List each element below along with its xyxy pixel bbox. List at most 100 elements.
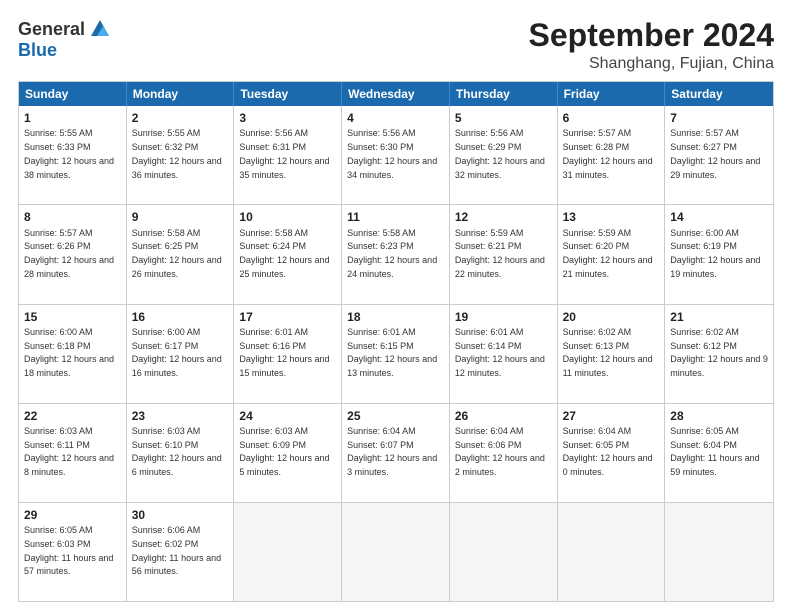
day-num: 3	[239, 110, 336, 126]
page: General Blue September 2024 Shanghang, F…	[0, 0, 792, 612]
day-num: 18	[347, 309, 444, 325]
day-num: 11	[347, 209, 444, 225]
day-num: 14	[670, 209, 768, 225]
cell-19: 19 Sunrise: 6:01 AMSunset: 6:14 PMDaylig…	[450, 305, 558, 403]
day-num: 5	[455, 110, 552, 126]
day-num: 4	[347, 110, 444, 126]
cell-text: Sunrise: 6:01 AMSunset: 6:16 PMDaylight:…	[239, 327, 329, 378]
day-num: 7	[670, 110, 768, 126]
calendar: Sunday Monday Tuesday Wednesday Thursday…	[18, 81, 774, 602]
cell-text: Sunrise: 5:57 AMSunset: 6:26 PMDaylight:…	[24, 228, 114, 279]
day-num: 13	[563, 209, 660, 225]
cell-text: Sunrise: 6:05 AMSunset: 6:03 PMDaylight:…	[24, 525, 113, 576]
month-title: September 2024	[529, 18, 774, 53]
cell-2: 2 Sunrise: 5:55 AMSunset: 6:32 PMDayligh…	[127, 106, 235, 204]
cell-23: 23 Sunrise: 6:03 AMSunset: 6:10 PMDaylig…	[127, 404, 235, 502]
header-wednesday: Wednesday	[342, 82, 450, 106]
cell-text: Sunrise: 6:02 AMSunset: 6:12 PMDaylight:…	[670, 327, 768, 378]
cell-26: 26 Sunrise: 6:04 AMSunset: 6:06 PMDaylig…	[450, 404, 558, 502]
header-saturday: Saturday	[665, 82, 773, 106]
cell-text: Sunrise: 5:57 AMSunset: 6:28 PMDaylight:…	[563, 128, 653, 179]
day-num: 26	[455, 408, 552, 424]
header-monday: Monday	[127, 82, 235, 106]
logo-general-text: General	[18, 19, 85, 40]
cell-3: 3 Sunrise: 5:56 AMSunset: 6:31 PMDayligh…	[234, 106, 342, 204]
day-num: 22	[24, 408, 121, 424]
cell-text: Sunrise: 5:56 AMSunset: 6:31 PMDaylight:…	[239, 128, 329, 179]
cell-27: 27 Sunrise: 6:04 AMSunset: 6:05 PMDaylig…	[558, 404, 666, 502]
cell-text: Sunrise: 5:56 AMSunset: 6:29 PMDaylight:…	[455, 128, 545, 179]
day-num: 20	[563, 309, 660, 325]
cell-8: 8 Sunrise: 5:57 AMSunset: 6:26 PMDayligh…	[19, 205, 127, 303]
day-num: 21	[670, 309, 768, 325]
cell-text: Sunrise: 6:04 AMSunset: 6:07 PMDaylight:…	[347, 426, 437, 477]
cell-4: 4 Sunrise: 5:56 AMSunset: 6:30 PMDayligh…	[342, 106, 450, 204]
day-num: 9	[132, 209, 229, 225]
cell-29: 29 Sunrise: 6:05 AMSunset: 6:03 PMDaylig…	[19, 503, 127, 601]
cell-10: 10 Sunrise: 5:58 AMSunset: 6:24 PMDaylig…	[234, 205, 342, 303]
day-num: 17	[239, 309, 336, 325]
day-num: 19	[455, 309, 552, 325]
cell-text: Sunrise: 5:58 AMSunset: 6:25 PMDaylight:…	[132, 228, 222, 279]
cell-text: Sunrise: 6:00 AMSunset: 6:18 PMDaylight:…	[24, 327, 114, 378]
header-thursday: Thursday	[450, 82, 558, 106]
cell-11: 11 Sunrise: 5:58 AMSunset: 6:23 PMDaylig…	[342, 205, 450, 303]
header-friday: Friday	[558, 82, 666, 106]
week-row-4: 22 Sunrise: 6:03 AMSunset: 6:11 PMDaylig…	[19, 403, 773, 502]
cell-empty-3	[450, 503, 558, 601]
cell-empty-2	[342, 503, 450, 601]
cell-18: 18 Sunrise: 6:01 AMSunset: 6:15 PMDaylig…	[342, 305, 450, 403]
cell-22: 22 Sunrise: 6:03 AMSunset: 6:11 PMDaylig…	[19, 404, 127, 502]
cell-17: 17 Sunrise: 6:01 AMSunset: 6:16 PMDaylig…	[234, 305, 342, 403]
header-tuesday: Tuesday	[234, 82, 342, 106]
day-num: 16	[132, 309, 229, 325]
logo-icon	[89, 18, 111, 40]
cell-text: Sunrise: 6:00 AMSunset: 6:19 PMDaylight:…	[670, 228, 760, 279]
day-num: 24	[239, 408, 336, 424]
cell-empty-1	[234, 503, 342, 601]
cell-9: 9 Sunrise: 5:58 AMSunset: 6:25 PMDayligh…	[127, 205, 235, 303]
location: Shanghang, Fujian, China	[529, 55, 774, 73]
cell-text: Sunrise: 6:04 AMSunset: 6:05 PMDaylight:…	[563, 426, 653, 477]
cell-24: 24 Sunrise: 6:03 AMSunset: 6:09 PMDaylig…	[234, 404, 342, 502]
cell-15: 15 Sunrise: 6:00 AMSunset: 6:18 PMDaylig…	[19, 305, 127, 403]
cell-21: 21 Sunrise: 6:02 AMSunset: 6:12 PMDaylig…	[665, 305, 773, 403]
cell-text: Sunrise: 5:59 AMSunset: 6:21 PMDaylight:…	[455, 228, 545, 279]
day-num: 8	[24, 209, 121, 225]
cell-empty-4	[558, 503, 666, 601]
cell-text: Sunrise: 6:00 AMSunset: 6:17 PMDaylight:…	[132, 327, 222, 378]
calendar-header: Sunday Monday Tuesday Wednesday Thursday…	[19, 82, 773, 106]
cell-text: Sunrise: 5:55 AMSunset: 6:32 PMDaylight:…	[132, 128, 222, 179]
day-num: 25	[347, 408, 444, 424]
cell-empty-5	[665, 503, 773, 601]
week-row-5: 29 Sunrise: 6:05 AMSunset: 6:03 PMDaylig…	[19, 502, 773, 601]
cell-7: 7 Sunrise: 5:57 AMSunset: 6:27 PMDayligh…	[665, 106, 773, 204]
day-num: 27	[563, 408, 660, 424]
cell-text: Sunrise: 5:58 AMSunset: 6:23 PMDaylight:…	[347, 228, 437, 279]
calendar-body: 1 Sunrise: 5:55 AMSunset: 6:33 PMDayligh…	[19, 106, 773, 601]
logo: General Blue	[18, 18, 111, 61]
cell-1: 1 Sunrise: 5:55 AMSunset: 6:33 PMDayligh…	[19, 106, 127, 204]
cell-text: Sunrise: 6:02 AMSunset: 6:13 PMDaylight:…	[563, 327, 653, 378]
week-row-1: 1 Sunrise: 5:55 AMSunset: 6:33 PMDayligh…	[19, 106, 773, 204]
week-row-3: 15 Sunrise: 6:00 AMSunset: 6:18 PMDaylig…	[19, 304, 773, 403]
week-row-2: 8 Sunrise: 5:57 AMSunset: 6:26 PMDayligh…	[19, 204, 773, 303]
cell-text: Sunrise: 5:59 AMSunset: 6:20 PMDaylight:…	[563, 228, 653, 279]
cell-text: Sunrise: 6:01 AMSunset: 6:14 PMDaylight:…	[455, 327, 545, 378]
cell-20: 20 Sunrise: 6:02 AMSunset: 6:13 PMDaylig…	[558, 305, 666, 403]
day-num: 28	[670, 408, 768, 424]
day-num: 1	[24, 110, 121, 126]
cell-16: 16 Sunrise: 6:00 AMSunset: 6:17 PMDaylig…	[127, 305, 235, 403]
day-num: 15	[24, 309, 121, 325]
cell-30: 30 Sunrise: 6:06 AMSunset: 6:02 PMDaylig…	[127, 503, 235, 601]
cell-13: 13 Sunrise: 5:59 AMSunset: 6:20 PMDaylig…	[558, 205, 666, 303]
day-num: 29	[24, 507, 121, 523]
cell-text: Sunrise: 6:01 AMSunset: 6:15 PMDaylight:…	[347, 327, 437, 378]
header-sunday: Sunday	[19, 82, 127, 106]
logo-blue-text: Blue	[18, 40, 57, 61]
title-block: September 2024 Shanghang, Fujian, China	[529, 18, 774, 73]
header: General Blue September 2024 Shanghang, F…	[18, 18, 774, 73]
cell-text: Sunrise: 6:03 AMSunset: 6:11 PMDaylight:…	[24, 426, 114, 477]
cell-14: 14 Sunrise: 6:00 AMSunset: 6:19 PMDaylig…	[665, 205, 773, 303]
cell-text: Sunrise: 6:06 AMSunset: 6:02 PMDaylight:…	[132, 525, 221, 576]
